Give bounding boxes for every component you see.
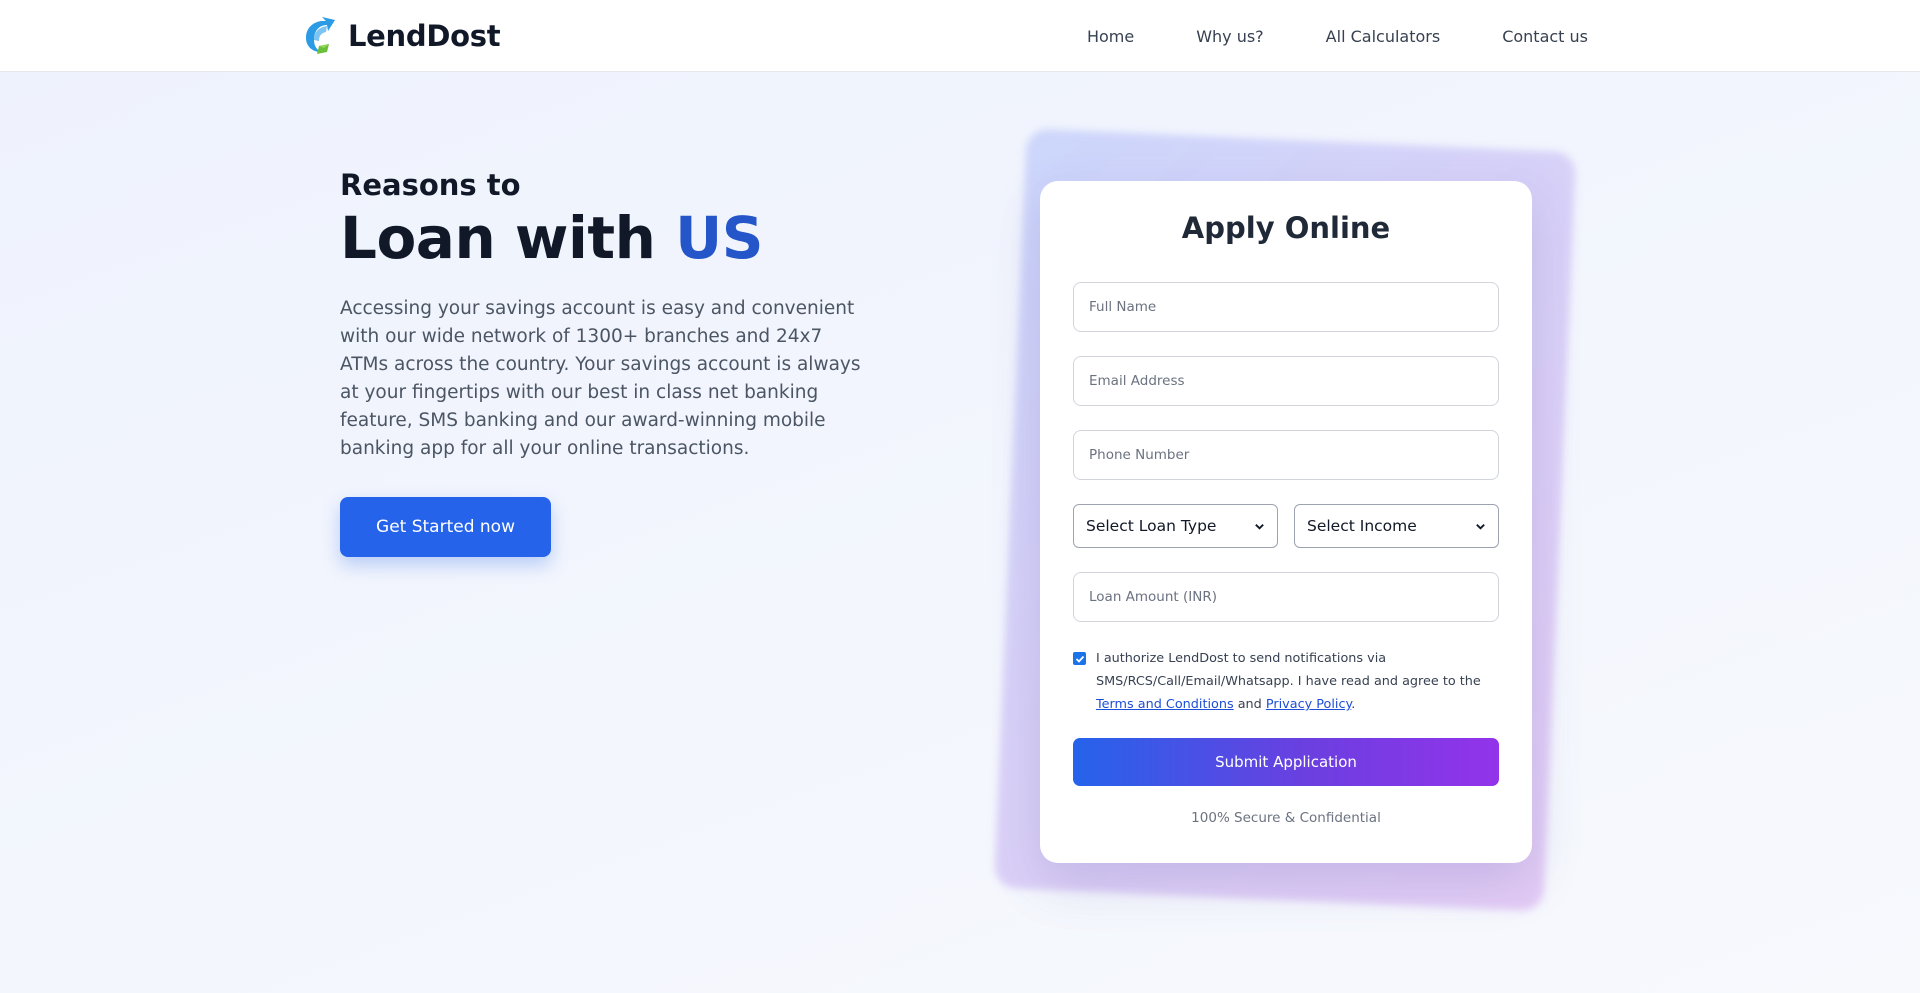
form-title: Apply Online (1181, 211, 1391, 245)
chevron-down-icon (1476, 523, 1485, 530)
submit-application-button[interactable]: Submit Application (1073, 738, 1499, 786)
apply-online-form: Apply Online Select Loan Type Select Inc… (1040, 181, 1532, 863)
hero-section: Reasons to Loan with US Accessing your s… (340, 165, 870, 463)
loan-type-select[interactable]: Select Loan Type (1073, 504, 1278, 548)
loan-amount-input[interactable] (1073, 572, 1499, 622)
consent-end: . (1351, 697, 1356, 712)
secure-note: 100% Secure & Confidential (1191, 810, 1381, 826)
loan-type-value: Select Loan Type (1086, 517, 1217, 535)
hero-kicker: Reasons to (340, 168, 521, 202)
nav-home[interactable]: Home (1087, 27, 1134, 46)
hero-title-accent: US (675, 204, 763, 272)
get-started-button[interactable]: Get Started now (340, 497, 551, 557)
site-header: LendDost Home Why us? All Calculators Co… (0, 0, 1920, 72)
hero-title: Loan with US (340, 205, 870, 271)
main-nav: Home Why us? All Calculators Contact us (1087, 0, 1588, 72)
consent-checkbox[interactable] (1073, 652, 1086, 665)
brand-logo[interactable]: LendDost (302, 14, 501, 58)
arrow-leaf-icon (306, 17, 335, 54)
full-name-input[interactable] (1073, 282, 1499, 332)
hero-title-main: Loan with (340, 204, 656, 272)
nav-contact-us[interactable]: Contact us (1502, 27, 1588, 46)
income-select[interactable]: Select Income (1294, 504, 1499, 548)
income-value: Select Income (1307, 517, 1417, 535)
phone-input[interactable] (1073, 430, 1499, 480)
nav-all-calculators[interactable]: All Calculators (1326, 27, 1441, 46)
check-icon (1075, 655, 1084, 663)
consent-text-main: I authorize LendDost to send notificatio… (1096, 651, 1481, 689)
brand-name: LendDost (348, 19, 501, 53)
hero-description: Accessing your savings account is easy a… (340, 298, 861, 459)
consent-and: and (1237, 697, 1262, 712)
consent-row: I authorize LendDost to send notificatio… (1073, 647, 1499, 716)
nav-why-us[interactable]: Why us? (1196, 27, 1263, 46)
privacy-link[interactable]: Privacy Policy (1266, 697, 1351, 712)
email-input[interactable] (1073, 356, 1499, 406)
consent-text: I authorize LendDost to send notificatio… (1096, 647, 1499, 716)
terms-link[interactable]: Terms and Conditions (1096, 697, 1234, 712)
chevron-down-icon (1255, 523, 1264, 530)
